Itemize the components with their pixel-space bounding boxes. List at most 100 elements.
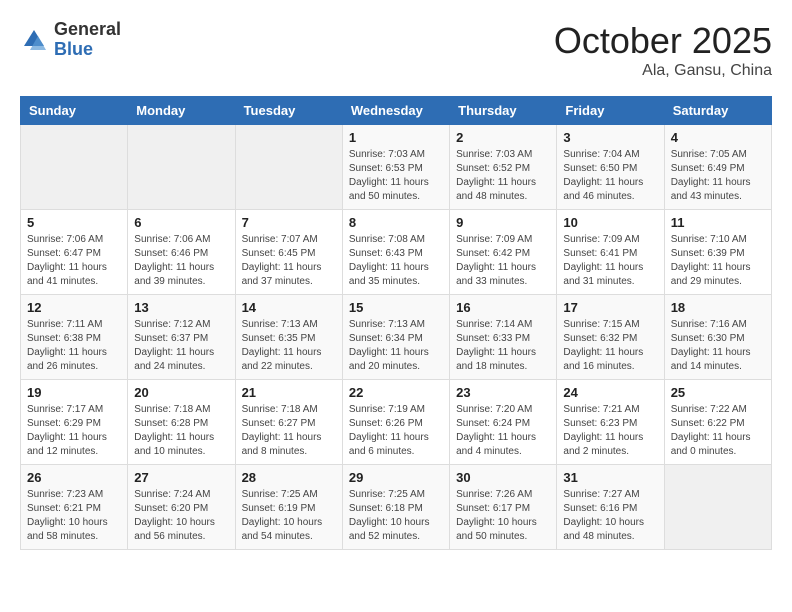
calendar-cell: 29 Sunrise: 7:25 AM Sunset: 6:18 PM Dayli… [342,465,449,550]
calendar-cell [21,125,128,210]
day-info: Sunrise: 7:05 AM Sunset: 6:49 PM Dayligh… [671,148,765,204]
day-number: 9 [456,215,550,230]
day-info: Sunrise: 7:27 AM Sunset: 6:16 PM Dayligh… [563,488,657,544]
logo-icon [20,26,48,54]
weekday-header-friday: Friday [557,97,664,125]
logo-general: General [54,19,121,39]
day-info: Sunrise: 7:23 AM Sunset: 6:21 PM Dayligh… [27,488,121,544]
calendar-cell: 25 Sunrise: 7:22 AM Sunset: 6:22 PM Dayli… [664,380,771,465]
day-info: Sunrise: 7:09 AM Sunset: 6:42 PM Dayligh… [456,233,550,289]
day-number: 14 [242,300,336,315]
calendar-cell: 9 Sunrise: 7:09 AM Sunset: 6:42 PM Daylig… [450,210,557,295]
calendar-cell: 15 Sunrise: 7:13 AM Sunset: 6:34 PM Dayli… [342,295,449,380]
logo: General Blue [20,20,121,60]
day-number: 21 [242,385,336,400]
day-info: Sunrise: 7:18 AM Sunset: 6:28 PM Dayligh… [134,403,228,459]
day-info: Sunrise: 7:19 AM Sunset: 6:26 PM Dayligh… [349,403,443,459]
day-info: Sunrise: 7:04 AM Sunset: 6:50 PM Dayligh… [563,148,657,204]
day-info: Sunrise: 7:07 AM Sunset: 6:45 PM Dayligh… [242,233,336,289]
day-info: Sunrise: 7:11 AM Sunset: 6:38 PM Dayligh… [27,318,121,374]
calendar-cell: 8 Sunrise: 7:08 AM Sunset: 6:43 PM Daylig… [342,210,449,295]
day-info: Sunrise: 7:09 AM Sunset: 6:41 PM Dayligh… [563,233,657,289]
day-info: Sunrise: 7:08 AM Sunset: 6:43 PM Dayligh… [349,233,443,289]
day-info: Sunrise: 7:16 AM Sunset: 6:30 PM Dayligh… [671,318,765,374]
day-info: Sunrise: 7:06 AM Sunset: 6:46 PM Dayligh… [134,233,228,289]
day-number: 23 [456,385,550,400]
day-info: Sunrise: 7:03 AM Sunset: 6:53 PM Dayligh… [349,148,443,204]
day-number: 26 [27,470,121,485]
page-header: General Blue October 2025 Ala, Gansu, Ch… [20,20,772,80]
calendar-header-row: SundayMondayTuesdayWednesdayThursdayFrid… [21,97,772,125]
location-subtitle: Ala, Gansu, China [554,62,772,80]
calendar-week-row: 5Sunrise: 7:06 AM Sunset: 6:47 PM Daylig… [21,210,772,295]
day-info: Sunrise: 7:14 AM Sunset: 6:33 PM Dayligh… [456,318,550,374]
day-info: Sunrise: 7:18 AM Sunset: 6:27 PM Dayligh… [242,403,336,459]
day-info: Sunrise: 7:25 AM Sunset: 6:19 PM Dayligh… [242,488,336,544]
day-number: 10 [563,215,657,230]
calendar-week-row: 1 Sunrise: 7:03 AM Sunset: 6:53 PM Daylig… [21,125,772,210]
day-number: 18 [671,300,765,315]
day-info: Sunrise: 7:20 AM Sunset: 6:24 PM Dayligh… [456,403,550,459]
day-number: 1 [349,130,443,145]
calendar-cell: 30 Sunrise: 7:26 AM Sunset: 6:17 PM Dayli… [450,465,557,550]
calendar-cell: 4 Sunrise: 7:05 AM Sunset: 6:49 PM Daylig… [664,125,771,210]
day-info: Sunrise: 7:22 AM Sunset: 6:22 PM Dayligh… [671,403,765,459]
day-number: 27 [134,470,228,485]
day-number: 8 [349,215,443,230]
calendar-cell: 24 Sunrise: 7:21 AM Sunset: 6:23 PM Dayli… [557,380,664,465]
calendar-cell [235,125,342,210]
day-info: Sunrise: 7:15 AM Sunset: 6:32 PM Dayligh… [563,318,657,374]
day-info: Sunrise: 7:13 AM Sunset: 6:34 PM Dayligh… [349,318,443,374]
day-number: 25 [671,385,765,400]
weekday-header-wednesday: Wednesday [342,97,449,125]
day-number: 11 [671,215,765,230]
calendar-cell: 21 Sunrise: 7:18 AM Sunset: 6:27 PM Dayli… [235,380,342,465]
day-info: Sunrise: 7:17 AM Sunset: 6:29 PM Dayligh… [27,403,121,459]
calendar-cell: 26 Sunrise: 7:23 AM Sunset: 6:21 PM Dayli… [21,465,128,550]
day-number: 19 [27,385,121,400]
day-number: 31 [563,470,657,485]
calendar-cell: 20 Sunrise: 7:18 AM Sunset: 6:28 PM Dayli… [128,380,235,465]
calendar-cell: 17Sunrise: 7:15 AM Sunset: 6:32 PM Dayli… [557,295,664,380]
calendar-cell: 1 Sunrise: 7:03 AM Sunset: 6:53 PM Daylig… [342,125,449,210]
weekday-header-sunday: Sunday [21,97,128,125]
logo-text: General Blue [54,20,121,60]
calendar-cell: 27 Sunrise: 7:24 AM Sunset: 6:20 PM Dayli… [128,465,235,550]
calendar-table: SundayMondayTuesdayWednesdayThursdayFrid… [20,96,772,550]
calendar-week-row: 26 Sunrise: 7:23 AM Sunset: 6:21 PM Dayli… [21,465,772,550]
calendar-cell: 3 Sunrise: 7:04 AM Sunset: 6:50 PM Daylig… [557,125,664,210]
day-number: 4 [671,130,765,145]
day-number: 29 [349,470,443,485]
weekday-header-tuesday: Tuesday [235,97,342,125]
calendar-cell: 28Sunrise: 7:25 AM Sunset: 6:19 PM Dayli… [235,465,342,550]
day-number: 22 [349,385,443,400]
day-info: Sunrise: 7:21 AM Sunset: 6:23 PM Dayligh… [563,403,657,459]
weekday-header-monday: Monday [128,97,235,125]
calendar-cell [664,465,771,550]
calendar-cell: 16 Sunrise: 7:14 AM Sunset: 6:33 PM Dayli… [450,295,557,380]
calendar-cell: 22 Sunrise: 7:19 AM Sunset: 6:26 PM Dayli… [342,380,449,465]
day-info: Sunrise: 7:03 AM Sunset: 6:52 PM Dayligh… [456,148,550,204]
day-info: Sunrise: 7:26 AM Sunset: 6:17 PM Dayligh… [456,488,550,544]
day-number: 6 [134,215,228,230]
title-block: October 2025 Ala, Gansu, China [554,20,772,80]
calendar-week-row: 19 Sunrise: 7:17 AM Sunset: 6:29 PM Dayli… [21,380,772,465]
day-info: Sunrise: 7:25 AM Sunset: 6:18 PM Dayligh… [349,488,443,544]
day-info: Sunrise: 7:13 AM Sunset: 6:35 PM Dayligh… [242,318,336,374]
day-number: 16 [456,300,550,315]
calendar-cell: 31 Sunrise: 7:27 AM Sunset: 6:16 PM Dayli… [557,465,664,550]
calendar-cell: 14 Sunrise: 7:13 AM Sunset: 6:35 PM Dayli… [235,295,342,380]
calendar-cell: 2Sunrise: 7:03 AM Sunset: 6:52 PM Daylig… [450,125,557,210]
calendar-cell: 5Sunrise: 7:06 AM Sunset: 6:47 PM Daylig… [21,210,128,295]
day-number: 7 [242,215,336,230]
calendar-cell [128,125,235,210]
day-number: 5 [27,215,121,230]
day-number: 15 [349,300,443,315]
day-number: 3 [563,130,657,145]
day-number: 30 [456,470,550,485]
calendar-week-row: 12Sunrise: 7:11 AM Sunset: 6:38 PM Dayli… [21,295,772,380]
day-number: 20 [134,385,228,400]
day-info: Sunrise: 7:10 AM Sunset: 6:39 PM Dayligh… [671,233,765,289]
day-info: Sunrise: 7:24 AM Sunset: 6:20 PM Dayligh… [134,488,228,544]
day-number: 24 [563,385,657,400]
